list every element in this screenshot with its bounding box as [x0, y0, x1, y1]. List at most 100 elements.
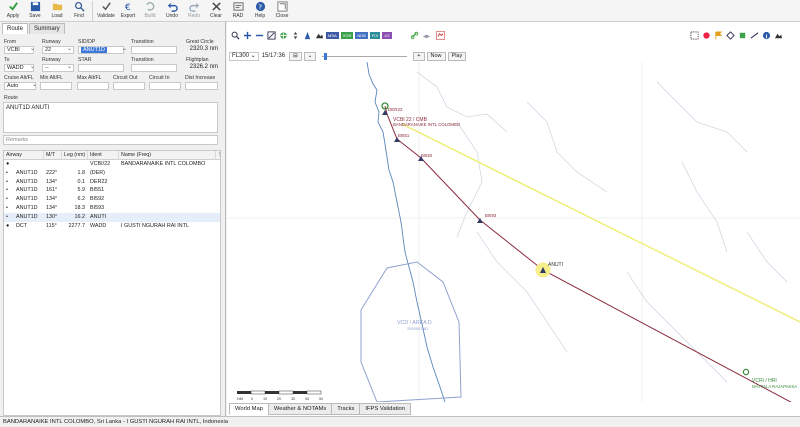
- col-name[interactable]: Name (Freq): [119, 151, 216, 160]
- der22-label: DER22: [388, 107, 403, 112]
- layer-msa-button[interactable]: MSA: [326, 31, 339, 39]
- line-button[interactable]: [749, 30, 761, 41]
- play-button[interactable]: Play: [447, 51, 467, 61]
- bi593-label: BI593: [485, 213, 497, 218]
- now-button[interactable]: Now: [426, 51, 446, 61]
- table-row[interactable]: • ANUT1D 130° 16.2 ANUTI: [4, 212, 220, 222]
- help-button[interactable]: ? Help: [249, 0, 271, 22]
- load-icon: [52, 3, 62, 11]
- sid-select[interactable]: ANUT1D: [78, 46, 124, 54]
- row-marker: •: [6, 187, 8, 194]
- save-icon: [30, 1, 40, 12]
- cruise-dropdown-icon[interactable]: ⌄: [32, 81, 37, 88]
- col-mt[interactable]: M/T: [44, 151, 62, 160]
- col-ident[interactable]: Ident: [88, 151, 119, 160]
- star-select[interactable]: [78, 64, 124, 72]
- table-row[interactable]: • ANUT1D 134° 6.2 BI592: [4, 195, 220, 204]
- airport-filter-button[interactable]: [301, 30, 313, 41]
- terrain-button[interactable]: [313, 30, 325, 41]
- zoom-out-button[interactable]: [253, 30, 265, 41]
- layers-button[interactable]: [421, 30, 433, 41]
- flag-icon: [715, 30, 723, 39]
- great-circle-label: Great Circle: [186, 39, 214, 45]
- tab-tracks[interactable]: Tracks: [331, 403, 361, 415]
- polygon-icon: [726, 30, 735, 40]
- circuit-out-field[interactable]: [113, 82, 145, 90]
- col-airway[interactable]: Airway: [4, 151, 44, 160]
- zoom-in-button[interactable]: [241, 30, 253, 41]
- time-slider[interactable]: [322, 52, 408, 61]
- table-row[interactable]: ● DCT 115° 2277.7 WADD I GUSTI NGURAH RAI INT…: [4, 222, 220, 231]
- dist-increase-label: Dist Increase: [185, 75, 216, 81]
- grid-header: Airway M/T Leg (nm) Ident Name (Freq) ⋮: [4, 151, 222, 160]
- max-alt-field[interactable]: [77, 82, 109, 90]
- route-textarea[interactable]: ANUT1D ANUTI: [3, 102, 218, 133]
- validate-button[interactable]: Validate: [95, 0, 117, 22]
- table-row[interactable]: • ANUT1D 134° 18.3 BI593: [4, 204, 220, 213]
- to-runway-dropdown-icon[interactable]: ⌄: [67, 63, 72, 70]
- from-dropdown-icon[interactable]: ⌄: [30, 45, 35, 52]
- info-button[interactable]: [761, 30, 773, 41]
- time-next-button[interactable]: +: [413, 51, 425, 61]
- find-button[interactable]: Find: [68, 0, 90, 22]
- flag-button[interactable]: [713, 30, 725, 41]
- weather-overlay-icon: [436, 30, 445, 40]
- sid-dropdown-icon[interactable]: ⌄: [122, 45, 127, 52]
- anuti-label: ANUTI: [548, 262, 563, 268]
- table-row[interactable]: • ANUT1D 134° 0.1 DER22: [4, 178, 220, 187]
- from-transition-select[interactable]: [131, 46, 177, 54]
- to-transition-select[interactable]: [131, 64, 177, 72]
- redo-button[interactable]: Redo: [183, 0, 205, 22]
- flightplan-label: Flightplan: [186, 57, 209, 63]
- flight-level-select[interactable]: FL300 ⌄: [229, 51, 259, 61]
- time-down-button[interactable]: ⊟: [289, 51, 302, 61]
- build-button[interactable]: Build: [139, 0, 161, 22]
- zoom-search-button[interactable]: [229, 30, 241, 41]
- layer-half-button[interactable]: 1/2: [382, 31, 392, 39]
- circuit-in-field[interactable]: [149, 82, 181, 90]
- layer-ndb-button[interactable]: NDB: [355, 31, 368, 39]
- route-link-button[interactable]: [409, 30, 421, 41]
- weather-overlay-button[interactable]: [433, 30, 449, 41]
- tab-world-map[interactable]: World Map: [229, 403, 269, 415]
- export-button[interactable]: € Export: [117, 0, 139, 22]
- scale-tick-0: 0: [251, 397, 253, 401]
- square-button[interactable]: [737, 30, 749, 41]
- select-tool-button[interactable]: [689, 30, 701, 41]
- min-alt-field[interactable]: [40, 82, 72, 90]
- load-button[interactable]: Load: [46, 0, 68, 22]
- time-up-button[interactable]: ⌄: [303, 51, 317, 61]
- table-row[interactable]: • ANUT1D 161° 5.9 BI551: [4, 186, 220, 195]
- terrain-icon: [315, 33, 323, 38]
- row-mt: 130°: [46, 213, 58, 220]
- table-row[interactable]: ● VCBI/22 BANDARANAIKE INTL COLOMBO: [4, 160, 220, 169]
- apply-button[interactable]: Apply: [2, 0, 24, 22]
- mountain-button[interactable]: [773, 30, 785, 41]
- close-button[interactable]: Close: [271, 0, 293, 22]
- save-button[interactable]: Save: [24, 0, 46, 22]
- tab-summary[interactable]: Summary: [29, 23, 65, 34]
- center-button[interactable]: [277, 30, 289, 41]
- clear-button[interactable]: Clear: [205, 0, 227, 22]
- world-map[interactable]: DER22 VCBI 22 / CMB BANDARANAIKE INTL CO…: [227, 62, 800, 402]
- table-row[interactable]: • ANUT1D 222° 1.8 (DER): [4, 169, 220, 178]
- to-dropdown-icon[interactable]: ⌄: [30, 63, 35, 70]
- grid-options-icon[interactable]: ⋮: [216, 151, 222, 160]
- remarks-field[interactable]: Remarks: [3, 135, 218, 145]
- slider-thumb[interactable]: [324, 52, 328, 60]
- dist-increase-field[interactable]: [185, 82, 218, 90]
- layer-fix-button[interactable]: FIX: [369, 31, 381, 39]
- mark-button[interactable]: [701, 30, 713, 41]
- col-leg[interactable]: Leg (nm): [62, 151, 88, 160]
- tab-ifps-validation[interactable]: IFPS Validation: [359, 403, 411, 415]
- tab-weather-notams[interactable]: Weather & NOTAMs: [267, 403, 333, 415]
- fit-route-button[interactable]: [265, 30, 277, 41]
- move-button[interactable]: [289, 30, 301, 41]
- layer-vor-button[interactable]: VOR: [340, 31, 354, 39]
- from-runway-dropdown-icon[interactable]: ⌄: [67, 45, 72, 52]
- undo-button[interactable]: Undo: [161, 0, 183, 22]
- tab-route[interactable]: Route: [2, 23, 29, 34]
- polygon-button[interactable]: [725, 30, 737, 41]
- rad-button[interactable]: RAD: [227, 0, 249, 22]
